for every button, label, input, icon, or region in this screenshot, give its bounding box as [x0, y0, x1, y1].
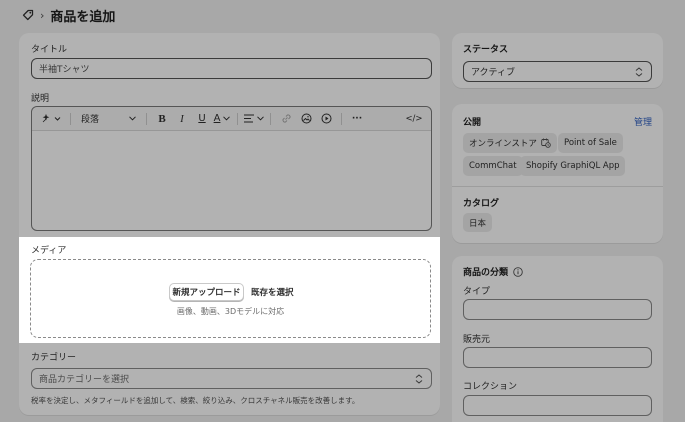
channel-label: Shopify GraphiQL App	[526, 161, 620, 171]
publishing-label: 公開	[463, 118, 482, 128]
status-select[interactable]: アクティブ	[463, 61, 652, 82]
catalog-japan[interactable]: 日本	[463, 213, 493, 232]
toolbar-divider	[70, 112, 71, 125]
organization-header: 商品の分類	[463, 265, 523, 278]
underline-button[interactable]: U	[193, 110, 211, 128]
play-icon	[321, 113, 332, 124]
info-icon[interactable]	[513, 266, 523, 277]
align-button[interactable]	[244, 110, 264, 128]
editor-toolbar: 段落 B I U A ··· </>	[32, 107, 431, 131]
insert-video-button[interactable]	[317, 110, 335, 128]
publishing-card: 公開 管理 オンラインストア Point of Sale CommChat Sh…	[452, 104, 663, 243]
channel-online-store[interactable]: オンラインストア	[463, 133, 557, 153]
catalog-chip-label: 日本	[469, 218, 487, 229]
status-label: ステータス	[463, 45, 509, 55]
status-card: ステータス アクティブ	[452, 33, 663, 88]
product-details-card: タイトル 半袖Tシャツ 説明 段落 B I U A ··· </> カテゴリー …	[19, 33, 440, 415]
vendor-label: 販売元	[463, 335, 491, 345]
toolbar-divider	[237, 112, 239, 125]
page-header: › 商品を追加	[22, 6, 116, 25]
type-label: タイプ	[463, 287, 491, 297]
bold-button[interactable]: B	[153, 110, 171, 128]
title-input[interactable]: 半袖Tシャツ	[31, 58, 432, 79]
category-placeholder: 商品カテゴリーを選択	[39, 375, 130, 385]
channel-label: オンラインストア	[469, 139, 537, 149]
upload-new-button[interactable]: 新規アップロード	[169, 283, 244, 301]
category-label: カテゴリー	[31, 353, 77, 363]
description-editor[interactable]: 段落 B I U A ··· </>	[31, 106, 432, 231]
tag-icon[interactable]	[22, 9, 34, 21]
link-icon	[281, 114, 291, 123]
media-label: メディア	[31, 246, 67, 256]
channel-commchat[interactable]: CommChat	[463, 156, 523, 176]
collections-input[interactable]	[463, 395, 652, 416]
paragraph-format-label: 段落	[81, 115, 100, 125]
link-button[interactable]	[277, 110, 295, 128]
text-color-label: A	[213, 113, 221, 124]
toolbar-divider	[270, 112, 272, 125]
catalog-label: カタログ	[463, 199, 500, 209]
chevron-down-icon	[257, 116, 264, 121]
description-label: 説明	[31, 94, 50, 104]
category-select[interactable]: 商品カテゴリーを選択	[31, 368, 432, 389]
media-dropzone[interactable]: 新規アップロード 既存を選択 画像、動画、3Dモデルに対応	[30, 259, 431, 338]
product-organization-card: 商品の分類 タイプ 販売元 コレクション	[452, 256, 663, 422]
chevron-down-icon	[223, 116, 231, 121]
align-left-icon	[244, 114, 255, 123]
more-options-button[interactable]: ···	[348, 110, 366, 128]
channel-label: Point of Sale	[564, 138, 617, 148]
collections-label: コレクション	[463, 382, 518, 392]
media-section: メディア 新規アップロード 既存を選択 画像、動画、3Dモデルに対応	[19, 237, 440, 343]
paragraph-format-select[interactable]: 段落	[77, 110, 140, 128]
page-title: 商品を追加	[50, 9, 116, 25]
section-divider	[452, 186, 663, 187]
channel-point-of-sale[interactable]: Point of Sale	[558, 133, 623, 153]
title-input-value: 半袖Tシャツ	[39, 65, 90, 75]
type-input[interactable]	[463, 299, 652, 320]
channel-graphiql-app[interactable]: Shopify GraphiQL App	[520, 156, 626, 176]
organization-label: 商品の分類	[463, 268, 509, 278]
select-existing-button[interactable]: 既存を選択	[251, 283, 294, 301]
vendor-input[interactable]	[463, 347, 652, 368]
select-arrows-icon	[635, 66, 643, 77]
breadcrumb-separator: ›	[40, 8, 45, 22]
channel-label: CommChat	[469, 161, 517, 171]
media-hint: 画像、動画、3Dモデルに対応	[176, 307, 285, 316]
text-color-button[interactable]: A	[213, 110, 231, 128]
toolbar-divider	[341, 112, 343, 125]
code-view-button[interactable]: </>	[405, 110, 423, 128]
select-arrows-icon	[415, 373, 423, 384]
image-icon	[301, 113, 312, 124]
category-help-text: 税率を決定し、メタフィールドを追加して、検索、絞り込み、クロスチャネル販売を改善…	[31, 396, 360, 405]
insert-image-button[interactable]	[297, 110, 315, 128]
title-label: タイトル	[31, 45, 68, 55]
toolbar-divider	[146, 112, 148, 125]
ai-magic-button[interactable]	[38, 110, 64, 128]
status-value: アクティブ	[471, 68, 516, 78]
italic-button[interactable]: I	[173, 110, 191, 128]
calendar-clock-icon	[541, 138, 551, 148]
chevron-down-icon	[129, 116, 136, 121]
manage-link[interactable]: 管理	[634, 115, 652, 128]
